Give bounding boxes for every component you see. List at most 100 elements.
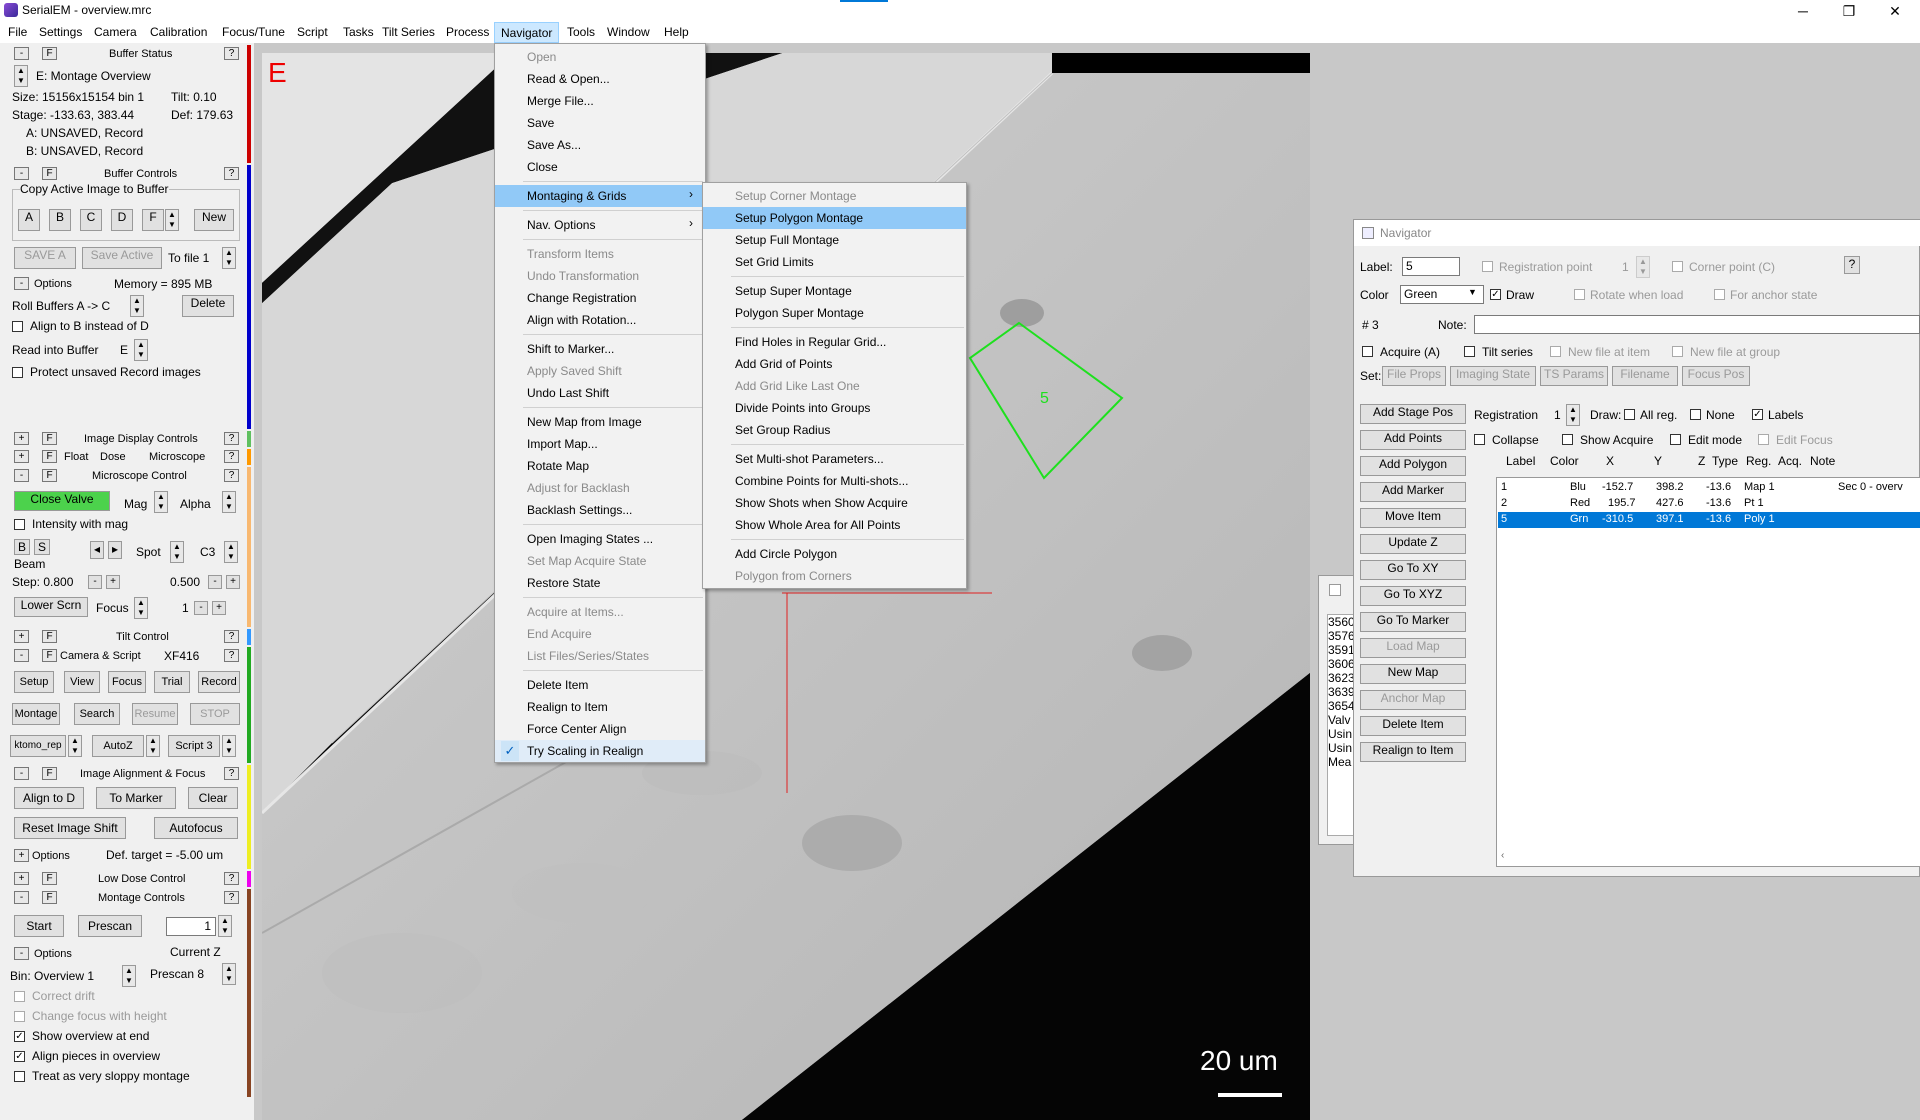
- menu-item-undo-transformation[interactable]: Undo Transformation: [495, 265, 705, 287]
- collapse-icon[interactable]: -: [14, 649, 29, 662]
- menu-item-rotate-map[interactable]: Rotate Map: [495, 455, 705, 477]
- menu-calibration[interactable]: Calibration: [144, 22, 213, 43]
- submenu-show-shots[interactable]: Show Shots when Show Acquire: [703, 492, 966, 514]
- prescan-button[interactable]: Prescan: [78, 915, 142, 937]
- bin-spinner[interactable]: ▲ ▼: [122, 965, 136, 987]
- corner-point-checkbox[interactable]: [1672, 261, 1683, 272]
- current-z-input[interactable]: 1: [166, 917, 216, 936]
- menu-tools[interactable]: Tools: [561, 22, 601, 43]
- collapse-icon[interactable]: -: [14, 167, 29, 180]
- collapse-icon[interactable]: -: [14, 47, 29, 60]
- submenu-add-circle-polygon[interactable]: Add Circle Polygon: [703, 543, 966, 565]
- add-points-button[interactable]: Add Points: [1360, 430, 1466, 450]
- menu-item-import-map[interactable]: Import Map...: [495, 433, 705, 455]
- menu-item-realign-to-item[interactable]: Realign to Item: [495, 696, 705, 718]
- menu-item-shift-to-marker[interactable]: Shift to Marker...: [495, 338, 705, 360]
- focus-pos-button[interactable]: Focus Pos: [1682, 366, 1750, 386]
- navigator-item-list[interactable]: 1 Blu -152.7 398.2 -13.6 Map 1 Sec 0 - o…: [1496, 477, 1920, 867]
- prescan-spinner[interactable]: ▲ ▼: [222, 963, 236, 985]
- alpha-spinner[interactable]: ▲ ▼: [222, 491, 236, 513]
- edit-focus-checkbox[interactable]: [1758, 434, 1769, 445]
- search-button[interactable]: Search: [74, 703, 120, 725]
- menu-item-list-files[interactable]: List Files/Series/States: [495, 645, 705, 667]
- buffer-f-button[interactable]: F: [142, 209, 164, 231]
- reset-image-shift-button[interactable]: Reset Image Shift: [14, 817, 126, 839]
- correct-drift-checkbox[interactable]: [14, 991, 25, 1002]
- help-icon[interactable]: ?: [224, 469, 239, 482]
- go-to-xyz-button[interactable]: Go To XYZ: [1360, 586, 1466, 606]
- collapse-checkbox[interactable]: [1474, 434, 1485, 445]
- submenu-setup-polygon-montage[interactable]: Setup Polygon Montage: [703, 207, 966, 229]
- submenu-polygon-super-montage[interactable]: Polygon Super Montage: [703, 302, 966, 324]
- view-button[interactable]: View: [64, 671, 100, 693]
- step2-minus-button[interactable]: -: [208, 575, 222, 589]
- filename-button[interactable]: Filename: [1612, 366, 1678, 386]
- close-valve-button[interactable]: Close Valve: [14, 491, 110, 511]
- dose-label[interactable]: Dose: [100, 451, 126, 463]
- start-button[interactable]: Start: [14, 915, 64, 937]
- step2-plus-button[interactable]: +: [226, 575, 240, 589]
- minimize-icon[interactable]: ─: [1780, 0, 1826, 22]
- menu-item-adjust-backlash[interactable]: Adjust for Backlash: [495, 477, 705, 499]
- add-polygon-button[interactable]: Add Polygon: [1360, 456, 1466, 476]
- close-icon[interactable]: ✕: [1872, 0, 1918, 22]
- montage-button[interactable]: Montage: [12, 703, 60, 725]
- show-acquire-checkbox[interactable]: [1562, 434, 1573, 445]
- protect-checkbox[interactable]: [12, 367, 23, 378]
- menu-item-new-map-from-image[interactable]: New Map from Image: [495, 411, 705, 433]
- lower-screen-button[interactable]: Lower Scrn: [14, 597, 88, 617]
- focus-spinner[interactable]: ▲ ▼: [134, 597, 148, 619]
- delete-item-button[interactable]: Delete Item: [1360, 716, 1466, 736]
- collapse-icon[interactable]: -: [14, 767, 29, 780]
- menu-item-merge-file[interactable]: Merge File...: [495, 90, 705, 112]
- table-row[interactable]: 2 Red 195.7 427.6 -13.6 Pt 1: [1498, 496, 1920, 512]
- reg-point-checkbox[interactable]: [1482, 261, 1493, 272]
- float-toggle[interactable]: F: [42, 649, 57, 662]
- submenu-set-multishot[interactable]: Set Multi-shot Parameters...: [703, 448, 966, 470]
- expand-icon[interactable]: +: [14, 630, 29, 643]
- intensity-checkbox[interactable]: [14, 519, 25, 530]
- menu-item-restore-state[interactable]: Restore State: [495, 572, 705, 594]
- submenu-combine-points[interactable]: Combine Points for Multi-shots...: [703, 470, 966, 492]
- menu-window[interactable]: Window: [601, 22, 656, 43]
- reg-point-spinner[interactable]: ▲ ▼: [1636, 256, 1650, 278]
- script-name-button[interactable]: ktomo_rep: [10, 735, 66, 757]
- menu-item-save-as[interactable]: Save As...: [495, 134, 705, 156]
- float-toggle[interactable]: F: [42, 47, 57, 60]
- rotate-checkbox[interactable]: [1574, 289, 1585, 300]
- save-active-button[interactable]: Save Active: [82, 247, 162, 269]
- help-button[interactable]: ?: [1844, 256, 1860, 274]
- autoz-button[interactable]: AutoZ: [92, 735, 144, 757]
- step-minus-button[interactable]: -: [88, 575, 102, 589]
- float-toggle[interactable]: F: [42, 469, 57, 482]
- stop-button[interactable]: STOP: [190, 703, 240, 725]
- acquire-checkbox[interactable]: [1362, 346, 1373, 357]
- options-expand-icon[interactable]: -: [14, 277, 29, 290]
- menu-process[interactable]: Process: [440, 22, 495, 43]
- script3-spinner[interactable]: ▲ ▼: [222, 735, 236, 757]
- table-row-selected[interactable]: 5 Grn -310.5 397.1 -13.6 Poly 1: [1498, 512, 1920, 528]
- go-to-marker-button[interactable]: Go To Marker: [1360, 612, 1466, 632]
- c3-spinner[interactable]: ▲ ▼: [224, 541, 238, 563]
- menu-item-acquire-at-items[interactable]: Acquire at Items...: [495, 601, 705, 623]
- edit-mode-checkbox[interactable]: [1670, 434, 1681, 445]
- menu-item-backlash-settings[interactable]: Backlash Settings...: [495, 499, 705, 521]
- menu-navigator[interactable]: Navigator: [494, 22, 560, 43]
- beam-b-button[interactable]: B: [14, 539, 30, 555]
- beam-s-button[interactable]: S: [34, 539, 50, 555]
- beam-left-button[interactable]: ◂: [90, 541, 104, 559]
- help-icon[interactable]: ?: [224, 767, 239, 780]
- help-icon[interactable]: ?: [224, 630, 239, 643]
- help-icon[interactable]: ?: [224, 47, 239, 60]
- menu-item-change-registration[interactable]: Change Registration: [495, 287, 705, 309]
- anchor-map-button[interactable]: Anchor Map: [1360, 690, 1466, 710]
- menu-item-end-acquire[interactable]: End Acquire: [495, 623, 705, 645]
- draw-checkbox[interactable]: ✓: [1490, 289, 1501, 300]
- all-reg-checkbox[interactable]: [1624, 409, 1635, 420]
- trial-button[interactable]: Trial: [154, 671, 190, 693]
- microscope-label[interactable]: Microscope: [149, 451, 205, 463]
- menu-item-montaging-grids[interactable]: Montaging & Grids: [495, 185, 705, 207]
- beam-right-button[interactable]: ▸: [108, 541, 122, 559]
- help-icon[interactable]: ?: [224, 450, 239, 463]
- float-toggle[interactable]: F: [42, 891, 57, 904]
